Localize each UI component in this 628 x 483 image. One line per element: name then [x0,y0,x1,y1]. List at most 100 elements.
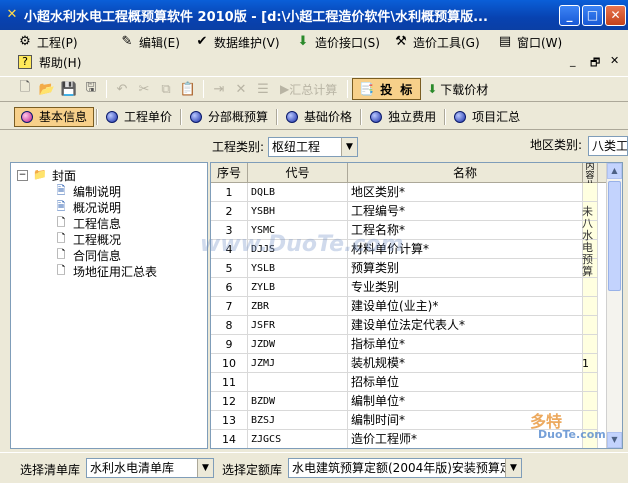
table-row[interactable]: 2 YSBH 工程编号* [211,202,611,221]
collapse-icon[interactable]: − [17,169,28,181]
row-index[interactable]: 2 [211,202,248,221]
mdi-restore-button[interactable]: 🗗 [590,54,600,73]
tab-project-summary[interactable]: 项目汇总 [448,107,526,127]
cut-icon[interactable]: ✂ [133,78,155,100]
table-row[interactable]: 10 JZMJ 装机规模* [211,354,611,373]
col-header-index[interactable]: 序号 [211,163,248,183]
chevron-down-icon[interactable]: ▼ [505,459,521,477]
tree-item[interactable]: 🗎 概况说明 [17,199,201,215]
row-content[interactable] [583,278,598,297]
quota-library-select[interactable]: 水电建筑预算定额(2004年版)安装预算定 ▼ [288,458,522,478]
row-content[interactable] [583,183,598,202]
tab-basic-info[interactable]: 基本信息 [14,106,95,127]
mdi-close-button[interactable]: ✕ [610,54,619,67]
row-name[interactable]: 建设单位法定代表人* [348,316,583,335]
row-index[interactable]: 8 [211,316,248,335]
row-code[interactable]: JZDW [248,335,348,354]
row-index[interactable]: 7 [211,297,248,316]
tree-item[interactable]: 🗋 场地征用汇总表 [17,263,201,279]
insert-row-icon[interactable]: ⇥ [208,78,230,100]
row-name[interactable]: 地区类别* [348,183,583,202]
col-header-name[interactable]: 名称 [348,163,583,183]
row-content[interactable] [583,392,598,411]
tab-base-price[interactable]: 基础价格 [280,107,358,127]
bid-button[interactable]: 📑 投标 [352,78,422,100]
row-code[interactable]: YSBH [248,202,348,221]
row-content[interactable] [583,335,598,354]
row-index[interactable]: 5 [211,259,248,278]
menu-window[interactable]: ▤ 窗口(W) [496,32,562,52]
menu-help[interactable]: ? 帮助(H) [18,52,81,72]
menu-data[interactable]: ✔ 数据维护(V) [193,32,280,52]
table-row[interactable]: 6 ZYLB 专业类别 [211,278,611,297]
row-index[interactable]: 13 [211,411,248,430]
row-index[interactable]: 12 [211,392,248,411]
tree-item[interactable]: 🗋 合同信息 [17,247,201,263]
save-icon[interactable]: 💾 [58,78,80,100]
row-name[interactable]: 工程编号* [348,202,583,221]
minimize-button[interactable]: _ [559,4,580,26]
close-button[interactable]: ✕ [605,4,626,26]
undo-icon[interactable]: ↶ [111,78,133,100]
chevron-down-icon[interactable]: ▼ [197,459,213,477]
col-header-code[interactable]: 代号 [248,163,348,183]
row-name[interactable]: 专业类别 [348,278,583,297]
outline-icon[interactable]: ☰ [252,78,274,100]
menu-edit[interactable]: ✎ 编辑(E) [118,32,180,52]
tree-item[interactable]: 🗋 工程概况 [17,231,201,247]
table-row[interactable]: 5 YSLB 预算类别 [211,259,611,278]
list-library-select[interactable]: 水利水电清单库 ▼ [86,458,214,478]
vertical-scrollbar[interactable]: ▲ ▼ [606,163,622,448]
row-code[interactable]: DQLB [248,183,348,202]
region-type-select[interactable]: 八类工 [588,136,628,156]
row-index[interactable]: 14 [211,430,248,448]
row-name[interactable]: 装机规模* [348,354,583,373]
scroll-thumb[interactable] [608,181,621,291]
save-as-icon[interactable]: 🖫 [80,78,102,100]
tree-root-cover[interactable]: − 📁 封面 [17,167,201,183]
row-index[interactable]: 10 [211,354,248,373]
delete-icon[interactable]: ✕ [230,78,252,100]
open-folder-icon[interactable]: 📂 [36,78,58,100]
row-code[interactable]: BZSJ [248,411,348,430]
copy-icon[interactable]: ⧉ [155,78,177,100]
scroll-down-icon[interactable]: ▼ [607,432,622,448]
row-code[interactable]: JSFR [248,316,348,335]
table-row[interactable]: 8 JSFR 建设单位法定代表人* [211,316,611,335]
download-prices-button[interactable]: ⬇ 下载价材 [421,78,494,100]
row-name[interactable]: 建设单位(业主)* [348,297,583,316]
row-code[interactable]: JZMJ [248,354,348,373]
maximize-button[interactable]: □ [582,4,603,26]
row-code[interactable]: BZDW [248,392,348,411]
menu-tools[interactable]: ⚒ 造价工具(G) [392,32,480,52]
tree-item[interactable]: 🗎 编制说明 [17,183,201,199]
col-header-content[interactable]: 内容八类* [583,163,598,183]
paste-icon[interactable]: 📋 [177,78,199,100]
row-code[interactable]: ZBR [248,297,348,316]
row-index[interactable]: 6 [211,278,248,297]
row-content[interactable] [583,316,598,335]
row-index[interactable]: 9 [211,335,248,354]
table-row[interactable]: 9 JZDW 指标单位* [211,335,611,354]
row-content[interactable] [583,373,598,392]
menu-project[interactable]: ⚙ 工程(P) [16,32,77,52]
scroll-up-icon[interactable]: ▲ [607,163,622,179]
row-index[interactable]: 1 [211,183,248,202]
tree-item[interactable]: 🗋 工程信息 [17,215,201,231]
chevron-down-icon[interactable]: ▼ [341,138,357,156]
table-row[interactable]: 1 DQLB 地区类别* [211,183,611,202]
tab-unit-price[interactable]: 工程单价 [100,107,178,127]
new-file-icon[interactable]: 🗋 [14,78,36,100]
row-name[interactable]: 预算类别 [348,259,583,278]
row-code[interactable]: ZYLB [248,278,348,297]
row-name[interactable]: 招标单位 [348,373,583,392]
row-code[interactable]: ZJGCS [248,430,348,448]
calc-summary-button[interactable]: ▶ 汇总计算 [274,78,343,100]
row-index[interactable]: 11 [211,373,248,392]
tab-sub-budget[interactable]: 分部概预算 [184,107,274,127]
mdi-minimize-button[interactable]: _ [570,54,576,67]
row-code[interactable]: YSLB [248,259,348,278]
row-content[interactable] [583,297,598,316]
project-type-select[interactable]: 枢纽工程 ▼ [268,137,358,157]
tab-independent-cost[interactable]: 独立费用 [364,107,442,127]
